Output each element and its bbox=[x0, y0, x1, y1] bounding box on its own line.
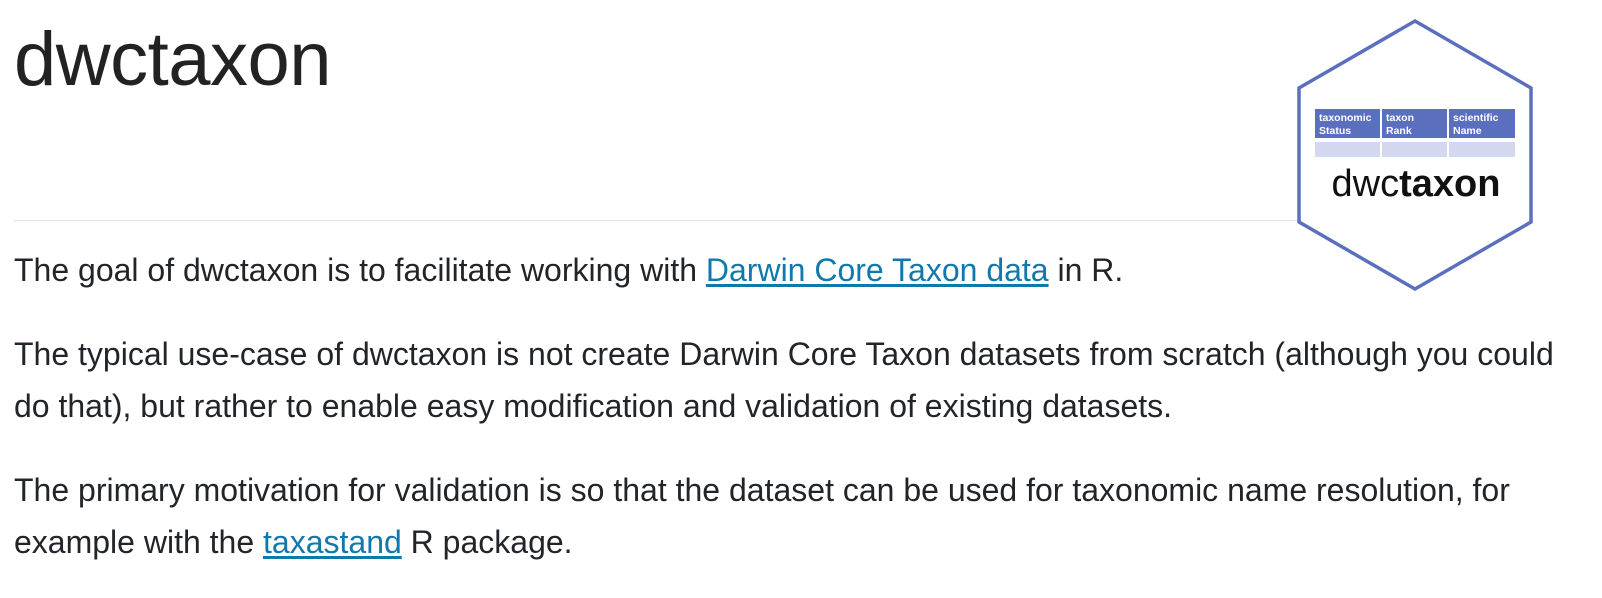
logo-wordmark: dwctaxon bbox=[1332, 163, 1501, 205]
taxastand-link[interactable]: taxastand bbox=[263, 524, 402, 560]
logo-header-2-line2: Rank bbox=[1386, 125, 1412, 137]
title-divider bbox=[14, 220, 1314, 221]
paragraph-motivation: The primary motivation for validation is… bbox=[14, 464, 1554, 568]
logo-header-3-line2: Name bbox=[1453, 125, 1482, 137]
logo-wordmark-bold: taxon bbox=[1399, 163, 1500, 205]
page-title: dwctaxon bbox=[14, 17, 332, 102]
logo-table-row-1 bbox=[1315, 142, 1380, 157]
paragraph-motivation-text-before: The primary motivation for validation is… bbox=[14, 472, 1510, 560]
logo-header-1-line2: Status bbox=[1319, 125, 1351, 137]
logo-wordmark-light: dwc bbox=[1332, 163, 1400, 205]
logo-header-1-line1: taxonomic bbox=[1319, 112, 1372, 124]
paragraph-motivation-text-after: R package. bbox=[401, 524, 573, 560]
paragraph-use-case: The typical use-case of dwctaxon is not … bbox=[14, 336, 1554, 424]
paragraph-goal-text-after: in R. bbox=[1048, 252, 1124, 288]
logo-header-3-line1: scientific bbox=[1453, 112, 1499, 124]
page: dwctaxon taxonomic Status taxon Rank sci… bbox=[0, 0, 1602, 598]
logo-table-row-3 bbox=[1449, 142, 1515, 157]
logo-header-2-line1: taxon bbox=[1386, 112, 1414, 124]
logo-table-row-2 bbox=[1382, 142, 1447, 157]
paragraph-goal-text-before: The goal of dwctaxon is to facilitate wo… bbox=[14, 252, 706, 288]
darwin-core-taxon-link[interactable]: Darwin Core Taxon data bbox=[706, 252, 1049, 288]
paragraph-goal: The goal of dwctaxon is to facilitate wo… bbox=[14, 244, 1554, 296]
readme-content: The goal of dwctaxon is to facilitate wo… bbox=[14, 244, 1554, 598]
